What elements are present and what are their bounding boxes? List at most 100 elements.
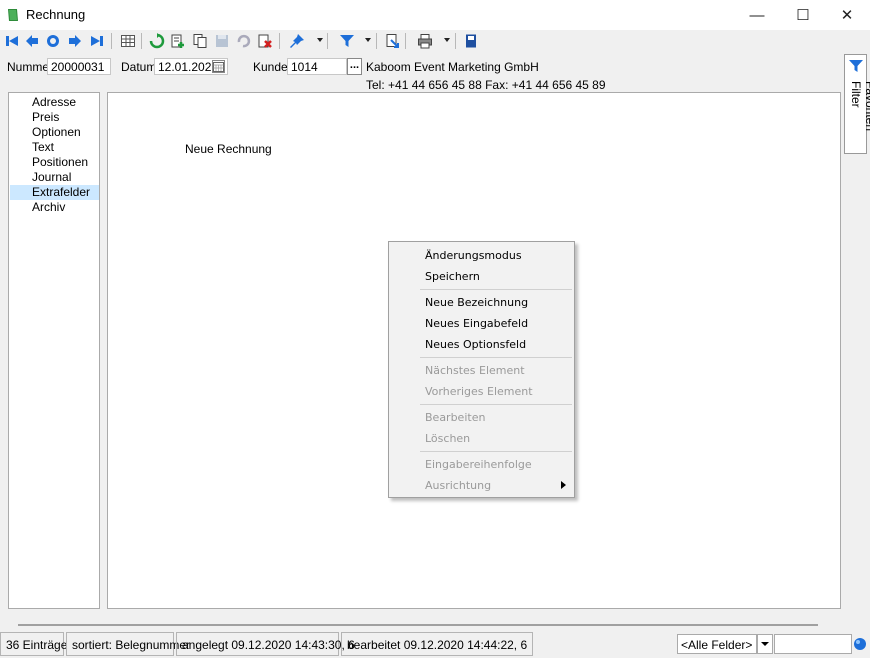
toolbar <box>0 30 870 52</box>
menu-item-ausrichtung[interactable]: Ausrichtung <box>425 479 491 492</box>
new-document-icon <box>171 34 184 48</box>
document-arrow-icon <box>386 34 399 48</box>
window-title: Rechnung <box>26 7 86 22</box>
table-view-button[interactable] <box>119 32 137 50</box>
refresh-icon <box>149 33 165 49</box>
filter-button[interactable] <box>338 32 356 50</box>
context-menu: Änderungsmodus Speichern Neue Bezeichnun… <box>388 241 575 498</box>
kunde-field[interactable]: 1014 <box>287 58 347 75</box>
undo-record-button[interactable] <box>44 32 62 50</box>
delete-record-button[interactable] <box>256 32 274 50</box>
menu-item-loeschen[interactable]: Löschen <box>425 432 470 445</box>
submenu-arrow-icon <box>561 481 566 489</box>
copy-icon <box>193 34 207 48</box>
filter-dropdown-arrow[interactable] <box>365 38 371 42</box>
last-record-icon <box>91 36 103 46</box>
toolbar-separator <box>141 33 142 49</box>
section-nav: Adresse Preis Optionen Text Positionen J… <box>8 92 100 609</box>
toolbar-separator <box>405 33 406 49</box>
pin-dropdown-arrow[interactable] <box>317 38 323 42</box>
fields-select[interactable]: <Alle Felder> <box>677 634 757 654</box>
fields-select-dropdown[interactable] <box>757 634 773 654</box>
copy-record-button[interactable] <box>191 32 209 50</box>
first-record-button[interactable] <box>3 32 21 50</box>
globe-icon <box>854 638 866 650</box>
arrow-left-icon <box>26 35 38 47</box>
menu-separator <box>420 404 572 405</box>
kunde-contact: Tel: +41 44 656 45 88 Fax: +41 44 656 45… <box>366 78 606 92</box>
pin-button[interactable] <box>288 32 306 50</box>
datum-label: Datum <box>121 60 157 74</box>
menu-item-eingabereihenfolge[interactable]: Eingabereihenfolge <box>425 458 532 471</box>
nav-item-optionen[interactable]: Optionen <box>10 125 99 140</box>
new-record-button[interactable] <box>169 32 187 50</box>
arrow-right-icon <box>69 35 81 47</box>
status-created: angelegt 09.12.2020 14:43:30, 6 <box>176 632 355 656</box>
print-dropdown-arrow[interactable] <box>444 38 450 42</box>
last-record-button[interactable] <box>88 32 106 50</box>
horizontal-scrollbar[interactable] <box>18 624 818 626</box>
nav-item-positionen[interactable]: Positionen <box>10 155 99 170</box>
toolbar-separator <box>455 33 456 49</box>
menu-item-bearbeiten[interactable]: Bearbeiten <box>425 411 485 424</box>
nav-item-journal[interactable]: Journal <box>10 170 99 185</box>
nummer-field[interactable]: 20000031 <box>47 58 111 75</box>
undo-icon <box>237 34 251 48</box>
notebook-icon <box>466 34 476 48</box>
header-row: Nummer 20000031 Datum 12.01.2021 Kunde 1… <box>0 52 842 92</box>
document-view-button[interactable] <box>383 32 401 50</box>
menu-separator <box>420 357 572 358</box>
menu-item-naechstes-element[interactable]: Nächstes Element <box>425 364 525 377</box>
favoriten-filter-tab[interactable]: Favoriten Filter <box>844 54 870 154</box>
menu-item-neues-eingabefeld[interactable]: Neues Eingabefeld <box>425 317 528 330</box>
status-edited: bearbeitet 09.12.2020 14:44:22, 6 <box>341 632 533 656</box>
nav-item-archiv[interactable]: Archiv <box>10 200 99 215</box>
save-button[interactable] <box>213 32 231 50</box>
datum-value: 12.01.2021 <box>158 60 219 74</box>
table-icon <box>121 35 135 47</box>
delete-document-icon <box>258 34 272 48</box>
menu-item-aenderungsmodus[interactable]: Änderungsmodus <box>425 249 522 262</box>
menu-separator <box>420 451 572 452</box>
next-record-button[interactable] <box>66 32 84 50</box>
nav-item-preis[interactable]: Preis <box>10 110 99 125</box>
title-bar: Rechnung — ☐ ✕ <box>0 0 870 30</box>
minimize-icon: — <box>749 6 765 24</box>
minimize-button[interactable]: — <box>734 0 780 30</box>
notes-button[interactable] <box>462 32 480 50</box>
fields-select-value: <Alle Felder> <box>681 638 753 652</box>
app-book-icon <box>8 9 18 21</box>
refresh-button[interactable] <box>148 32 166 50</box>
nav-item-extrafelder[interactable]: Extrafelder <box>10 185 99 200</box>
kunde-browse-button[interactable]: ... <box>347 58 362 75</box>
neue-rechnung-label: Neue Rechnung <box>185 142 272 156</box>
filter-icon <box>340 35 354 47</box>
printer-icon <box>418 34 432 49</box>
toolbar-separator <box>327 33 328 49</box>
maximize-button[interactable]: ☐ <box>780 0 826 30</box>
search-go-button[interactable] <box>852 635 868 653</box>
print-button[interactable] <box>416 32 434 50</box>
previous-record-button[interactable] <box>23 32 41 50</box>
toolbar-separator <box>376 33 377 49</box>
close-icon: ✕ <box>840 7 854 24</box>
pin-icon <box>290 34 304 48</box>
calendar-button[interactable] <box>212 60 225 73</box>
kunde-name: Kaboom Event Marketing GmbH <box>366 60 539 74</box>
menu-item-vorheriges-element[interactable]: Vorheriges Element <box>425 385 533 398</box>
chevron-down-icon <box>761 642 769 646</box>
menu-separator <box>420 289 572 290</box>
save-icon <box>216 35 228 47</box>
close-button[interactable]: ✕ <box>824 0 870 30</box>
first-record-icon <box>6 36 18 46</box>
filter-icon <box>849 60 863 72</box>
nav-item-adresse[interactable]: Adresse <box>10 95 99 110</box>
status-bar: 36 Einträge sortiert: Belegnummer angele… <box>0 632 870 658</box>
revert-button[interactable] <box>234 32 252 50</box>
search-input[interactable] <box>774 634 852 654</box>
menu-item-neues-optionsfeld[interactable]: Neues Optionsfeld <box>425 338 526 351</box>
status-record-count: 36 Einträge <box>0 632 67 656</box>
menu-item-neue-bezeichnung[interactable]: Neue Bezeichnung <box>425 296 528 309</box>
menu-item-speichern[interactable]: Speichern <box>425 270 480 283</box>
nav-item-text[interactable]: Text <box>10 140 99 155</box>
